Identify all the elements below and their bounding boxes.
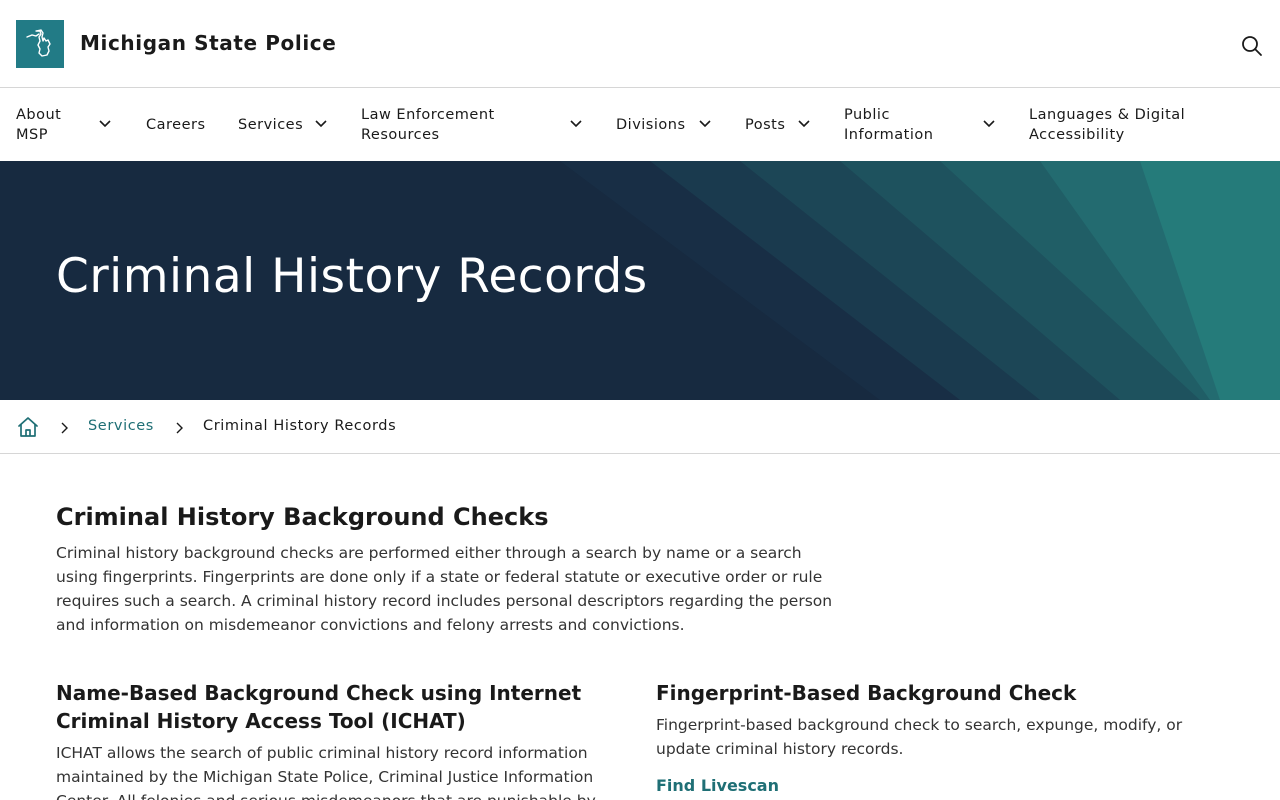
nav-label: Public Information: [844, 107, 934, 143]
nav-label: Divisions: [616, 117, 686, 133]
page-title: Criminal History Records: [56, 249, 648, 304]
nav-label: Services: [238, 117, 304, 133]
site-title[interactable]: Michigan State Police: [80, 31, 336, 55]
fingerprint-description: Fingerprint-based background check to se…: [656, 716, 1183, 758]
breadcrumb-link-services[interactable]: Services: [88, 418, 154, 434]
chevron-down-icon[interactable]: [315, 118, 327, 130]
chevron-down-icon[interactable]: [699, 118, 711, 130]
nav-label: Posts: [745, 117, 786, 133]
ichat-section: Name-Based Background Check using Intern…: [56, 679, 626, 800]
nav-label: Law Enforcement Resources: [361, 107, 495, 143]
nav-item-law-enforcement-resources[interactable]: Law Enforcement Resources: [361, 89, 551, 161]
find-livescan-link[interactable]: Find Livescan: [656, 776, 779, 795]
home-icon[interactable]: [16, 415, 40, 439]
fingerprint-section: Fingerprint-Based Background Check Finge…: [656, 679, 1236, 795]
hero-banner: Criminal History Records: [0, 161, 1280, 400]
section-heading: Criminal History Background Checks: [56, 503, 549, 531]
nav-label: Careers: [146, 117, 206, 133]
nav-label: Languages & Digital Accessibility: [1029, 107, 1186, 143]
chevron-right-icon: [174, 420, 184, 434]
michigan-map-icon[interactable]: [16, 20, 64, 68]
nav-label: About MSP: [16, 107, 62, 143]
nav-item-services[interactable]: Services: [238, 89, 303, 161]
intro-paragraph: Criminal history background checks are p…: [56, 544, 833, 634]
site-header: Michigan State Police: [0, 0, 1280, 88]
nav-item-languages-accessibility[interactable]: Languages & Digital Accessibility: [1029, 89, 1229, 161]
search-icon[interactable]: [1238, 32, 1266, 60]
fingerprint-heading[interactable]: Fingerprint-Based Background Check: [656, 679, 1236, 707]
chevron-right-icon: [59, 420, 69, 434]
nav-item-public-information[interactable]: Public Information: [844, 89, 964, 161]
nav-item-posts[interactable]: Posts: [745, 89, 785, 161]
breadcrumb-current: Criminal History Records: [203, 418, 397, 434]
main-nav: About MSP Careers Services Law Enforceme…: [0, 89, 1280, 161]
ichat-description: ICHAT allows the search of public crimin…: [56, 744, 596, 800]
nav-item-divisions[interactable]: Divisions: [616, 89, 686, 161]
chevron-down-icon[interactable]: [983, 118, 995, 130]
chevron-down-icon[interactable]: [99, 118, 111, 130]
ichat-heading[interactable]: Name-Based Background Check using Intern…: [56, 679, 626, 735]
nav-item-careers[interactable]: Careers: [146, 89, 206, 161]
chevron-down-icon[interactable]: [570, 118, 582, 130]
chevron-down-icon[interactable]: [798, 118, 810, 130]
breadcrumb: Services Criminal History Records: [0, 400, 1280, 454]
